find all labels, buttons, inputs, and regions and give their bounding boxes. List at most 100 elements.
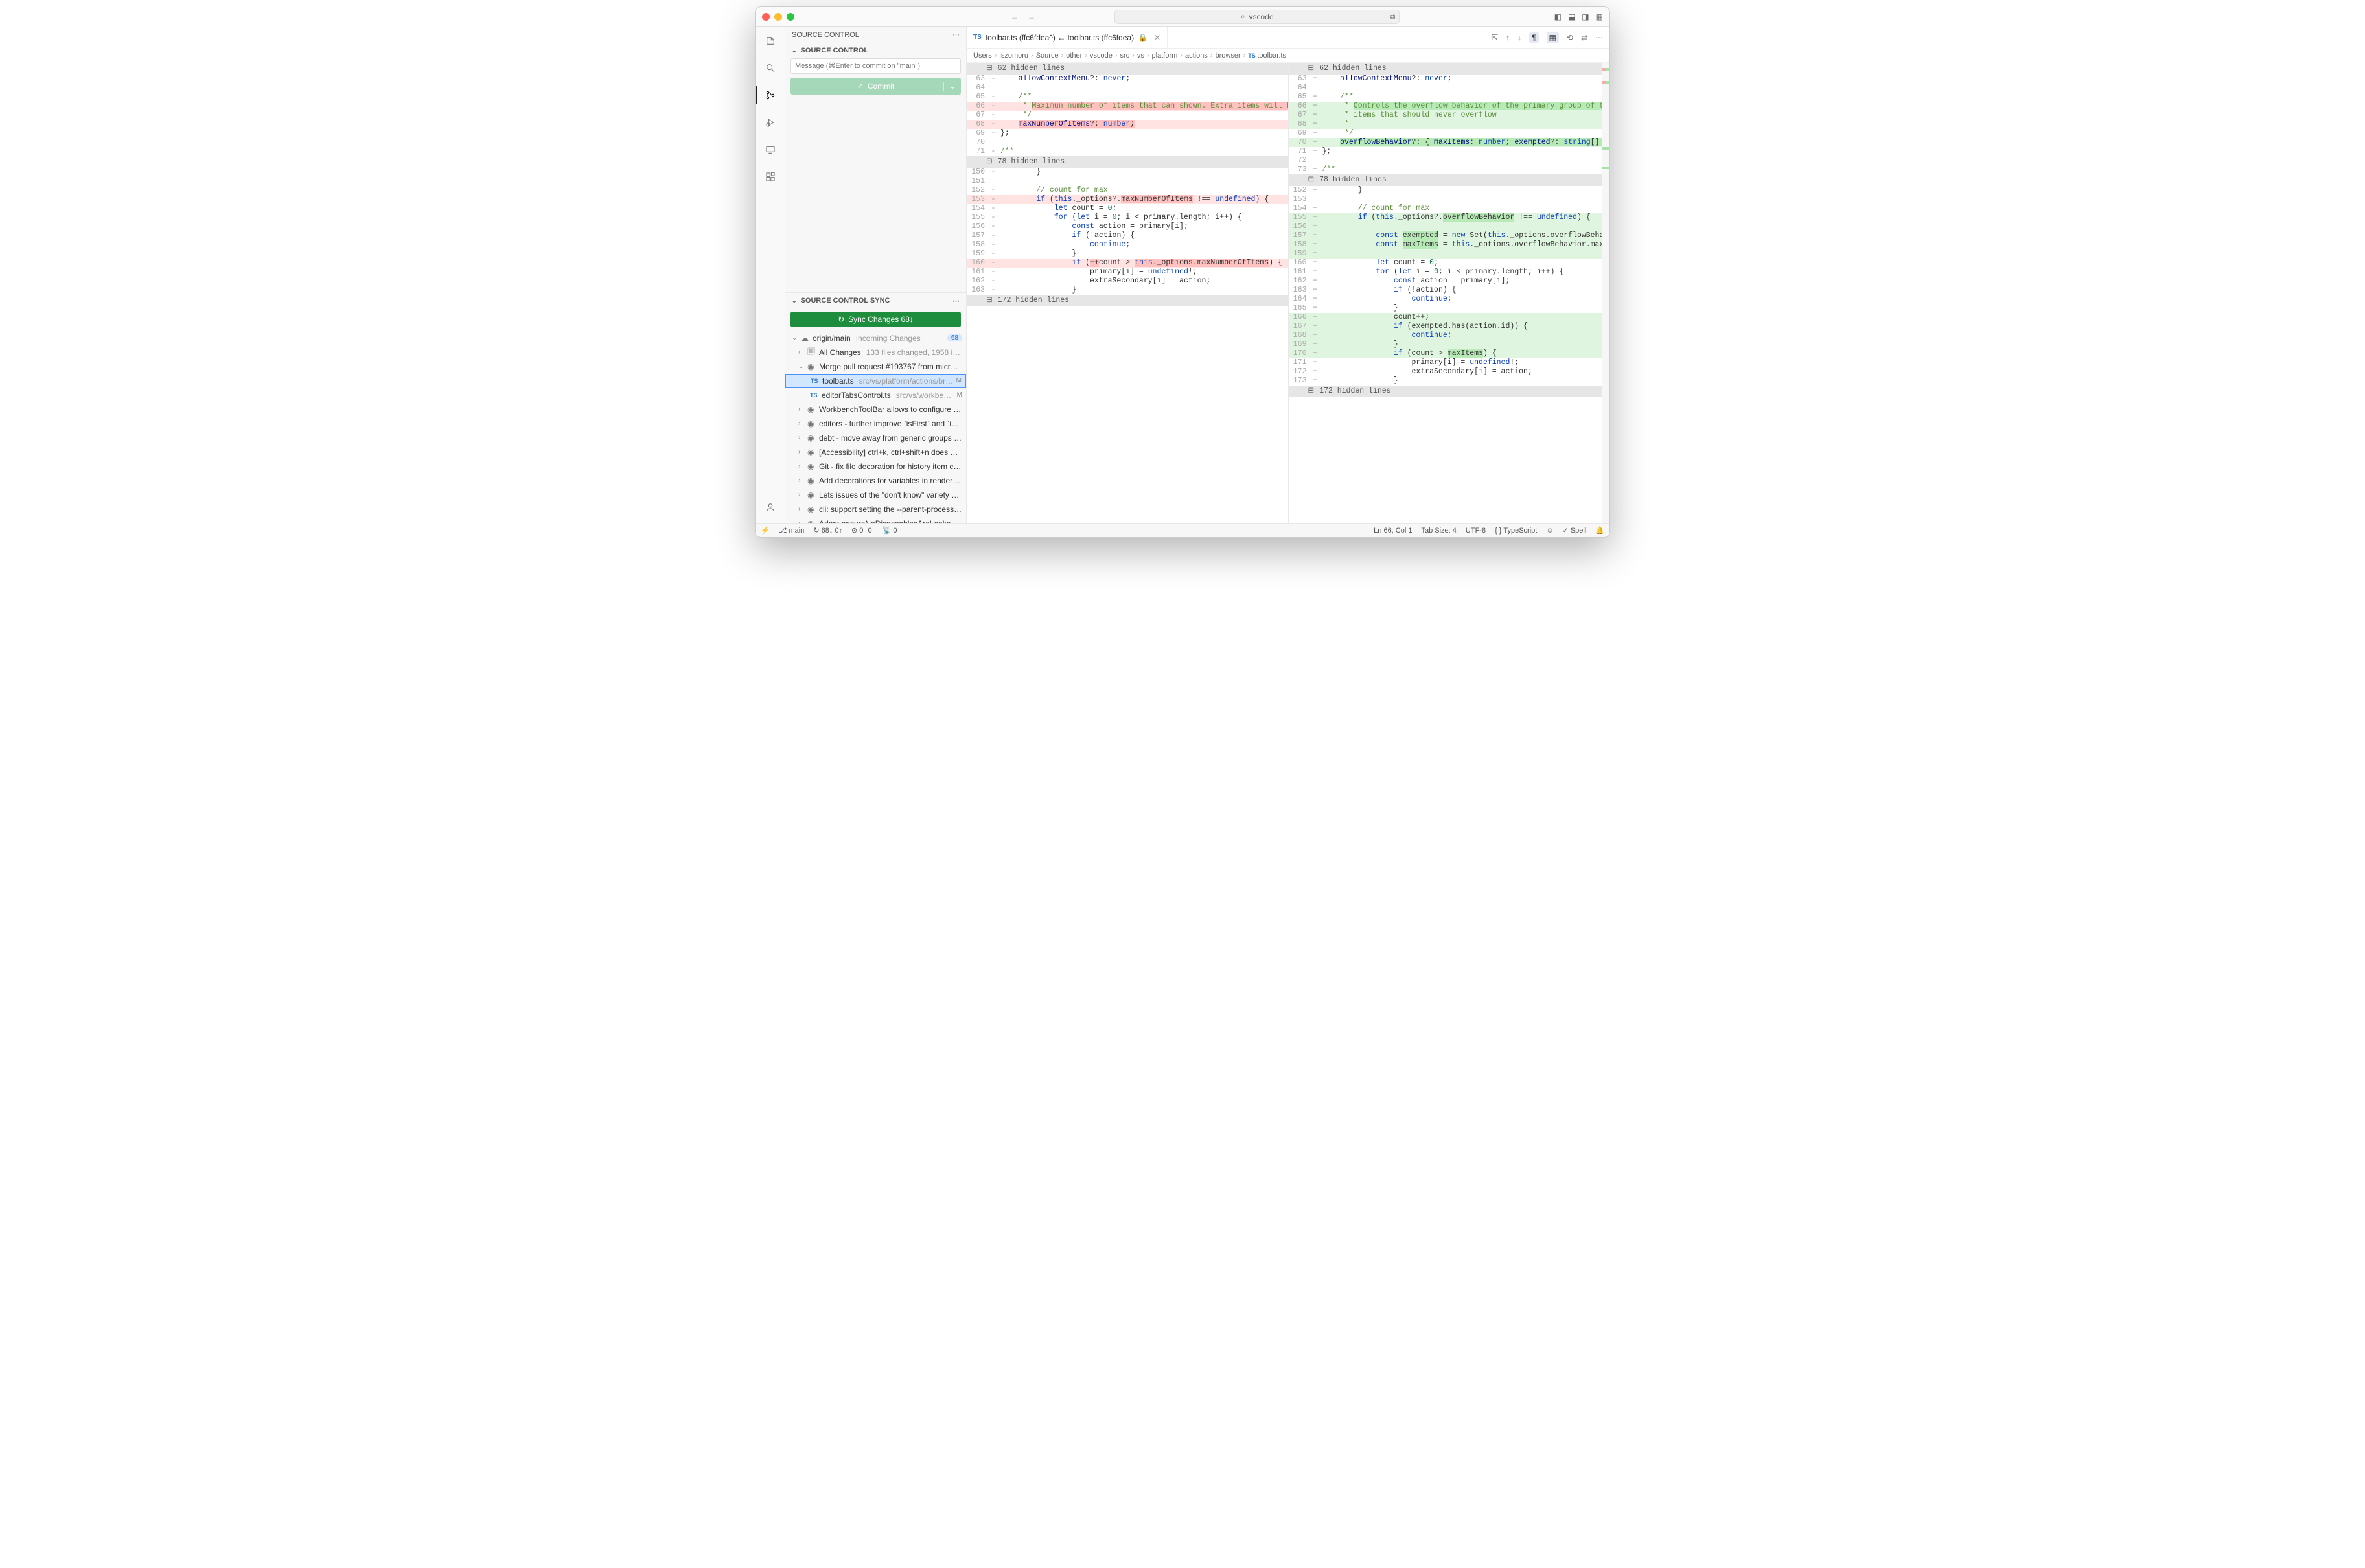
file-row-selected[interactable]: TS toolbar.ts src/vs/platform/actions/br… — [785, 374, 966, 388]
code-line[interactable]: 67+ * items that should never overflow — [1289, 111, 1610, 120]
code-line[interactable]: 163- } — [967, 286, 1288, 295]
commit-row[interactable]: ›◉debt - move away from generic groups `… — [785, 431, 966, 445]
close-icon[interactable]: ✕ — [1154, 33, 1160, 42]
code-line[interactable]: 154+ // count for max — [1289, 204, 1610, 213]
code-line[interactable]: 161- primary[i] = undefined!; — [967, 268, 1288, 277]
sync-status[interactable]: ↻ 68↓ 0↑ — [813, 526, 842, 535]
breadcrumb-segment[interactable]: browser — [1215, 52, 1240, 60]
commit-row[interactable]: ›◉Lets issues of the "don't know" variet… — [785, 488, 966, 502]
breadcrumb[interactable]: Users›lszomoru›Source›other›vscode›src›v… — [967, 49, 1609, 63]
code-line[interactable]: 158- continue; — [967, 240, 1288, 249]
commit-row[interactable]: ›◉WorkbenchToolBar allows to configure e… — [785, 402, 966, 417]
code-line[interactable]: 173+ } — [1289, 376, 1610, 386]
code-line[interactable]: 65+ /** — [1289, 93, 1610, 102]
code-line[interactable]: 164+ continue; — [1289, 295, 1610, 304]
commit-row[interactable]: ›◉editors - further improve `isFirst` an… — [785, 417, 966, 431]
code-line[interactable]: 70 — [967, 138, 1288, 147]
minimap[interactable] — [1602, 63, 1609, 523]
customize-layout-icon[interactable]: ▦ — [1596, 12, 1603, 21]
code-line[interactable]: 161+ for (let i = 0; i < primary.length;… — [1289, 268, 1610, 277]
tab-size[interactable]: Tab Size: 4 — [1421, 527, 1456, 535]
toggle-panel-bottom-icon[interactable]: ⬓ — [1568, 12, 1575, 21]
open-external-icon[interactable]: ⧉ — [1390, 12, 1396, 21]
breadcrumb-segment[interactable]: lszomoru — [999, 52, 1028, 60]
sync-section-title[interactable]: ⌄ SOURCE CONTROL SYNC ⋯ — [785, 292, 966, 309]
code-line[interactable]: 66- * Maximun number of items that can s… — [967, 102, 1288, 111]
code-line[interactable]: 151 — [967, 177, 1288, 186]
whitespace-icon[interactable]: ¶ — [1529, 32, 1538, 43]
code-line[interactable]: 152+ } — [1289, 186, 1610, 195]
code-line[interactable]: 168+ continue; — [1289, 331, 1610, 340]
more-actions-icon[interactable]: ⋯ — [1595, 33, 1603, 42]
goto-file-icon[interactable]: ⇱ — [1492, 33, 1498, 42]
breadcrumb-segment[interactable]: vscode — [1090, 52, 1113, 60]
scm-section-title[interactable]: ⌄ SOURCE CONTROL — [785, 43, 966, 58]
code-line[interactable]: 152- // count for max — [967, 186, 1288, 195]
breadcrumb-segment[interactable]: actions — [1185, 52, 1208, 60]
scm-title-more-icon[interactable]: ⋯ — [952, 30, 960, 39]
hidden-lines-bar[interactable]: ⊟62 hidden lines — [1289, 63, 1610, 75]
code-line[interactable]: 172+ extraSecondary[i] = action; — [1289, 367, 1610, 376]
command-center[interactable]: ⌕ vscode ⧉ — [1114, 10, 1400, 24]
sync-more-icon[interactable]: ⋯ — [952, 297, 960, 305]
toggle-panel-right-icon[interactable]: ◨ — [1582, 12, 1589, 21]
code-line[interactable]: 64 — [967, 84, 1288, 93]
hidden-lines-bar[interactable]: ⊟78 hidden lines — [1289, 174, 1610, 186]
chevron-down-icon[interactable]: ⌄ — [943, 82, 956, 91]
code-line[interactable]: 63+ allowContextMenu?: never; — [1289, 75, 1610, 84]
code-line[interactable]: 150- } — [967, 168, 1288, 177]
minimize-window-icon[interactable] — [774, 13, 782, 21]
remote-indicator-icon[interactable]: ⚡ — [761, 526, 770, 535]
commit-row[interactable]: ›◉[Accessibility] ctrl+k, ctrl+shift+n d… — [785, 445, 966, 459]
language-mode[interactable]: { } TypeScript — [1495, 527, 1537, 535]
code-line[interactable]: 71+}; — [1289, 147, 1610, 156]
code-line[interactable]: 162- extraSecondary[i] = action; — [967, 277, 1288, 286]
hidden-lines-bar[interactable]: ⊟62 hidden lines — [967, 63, 1288, 75]
collapse-unchanged-icon[interactable]: ⟲ — [1567, 33, 1573, 42]
swap-icon[interactable]: ⇄ — [1581, 33, 1587, 42]
remote-icon[interactable] — [763, 142, 778, 157]
extensions-icon[interactable] — [763, 169, 778, 185]
code-line[interactable]: 67- */ — [967, 111, 1288, 120]
code-line[interactable]: 155+ if (this._options?.overflowBehavior… — [1289, 213, 1610, 222]
code-line[interactable]: 156- const action = primary[i]; — [967, 222, 1288, 231]
debug-icon[interactable] — [763, 115, 778, 130]
commit-message-input[interactable] — [790, 58, 961, 74]
breadcrumb-segment[interactable]: Source — [1036, 52, 1059, 60]
notifications-icon[interactable]: 🔔 — [1595, 526, 1604, 535]
commit-row[interactable]: ⌄ ◉ Merge pull request #193767 from micr… — [785, 360, 966, 374]
commit-row[interactable]: ›◉Add decorations for variables in rende… — [785, 474, 966, 488]
problems-status[interactable]: ⊘ 0 0 — [851, 526, 873, 535]
breadcrumb-segment[interactable]: TS toolbar.ts — [1248, 52, 1286, 60]
code-line[interactable]: 63- allowContextMenu?: never; — [967, 75, 1288, 84]
breadcrumb-segment[interactable]: other — [1066, 52, 1082, 60]
prev-change-icon[interactable]: ↑ — [1506, 33, 1510, 42]
code-line[interactable]: 66+ * Controls the overflow behavior of … — [1289, 102, 1610, 111]
code-line[interactable]: 159- } — [967, 249, 1288, 259]
scm-icon[interactable] — [763, 87, 778, 103]
diff-pane-right[interactable]: ⊟62 hidden lines 63+ allowContextMenu?: … — [1289, 63, 1610, 523]
commit-row[interactable]: ›◉cli: support setting the --parent-proc… — [785, 502, 966, 516]
encoding[interactable]: UTF-8 — [1466, 527, 1486, 535]
nav-back-icon[interactable]: ← — [1011, 12, 1019, 21]
code-line[interactable]: 65- /** — [967, 93, 1288, 102]
code-line[interactable]: 73+/** — [1289, 165, 1610, 174]
code-line[interactable]: 156+ — [1289, 222, 1610, 231]
zoom-window-icon[interactable] — [787, 13, 794, 21]
hidden-lines-bar[interactable]: ⊟172 hidden lines — [1289, 386, 1610, 397]
commit-row[interactable]: ›◉Git - fix file decoration for history … — [785, 459, 966, 474]
code-line[interactable]: 157+ const exempted = new Set(this._opti… — [1289, 231, 1610, 240]
code-line[interactable]: 155- for (let i = 0; i < primary.length;… — [967, 213, 1288, 222]
search-icon[interactable] — [763, 60, 778, 76]
code-line[interactable]: 68- maxNumberOfItems?: number; — [967, 120, 1288, 129]
code-line[interactable]: 160- if (++count > this._options.maxNumb… — [967, 259, 1288, 268]
toggle-panel-left-icon[interactable]: ◧ — [1554, 12, 1562, 21]
feedback-icon[interactable]: ☺ — [1546, 527, 1553, 535]
next-change-icon[interactable]: ↓ — [1517, 33, 1521, 42]
code-line[interactable]: 64 — [1289, 84, 1610, 93]
file-row[interactable]: TSeditorTabsControl.tssrc/vs/workbench/b… — [785, 388, 966, 402]
hidden-lines-bar[interactable]: ⊟172 hidden lines — [967, 295, 1288, 306]
code-line[interactable]: 69+ */ — [1289, 129, 1610, 138]
code-line[interactable]: 72 — [1289, 156, 1610, 165]
origin-main-row[interactable]: ⌄ ☁ origin/main Incoming Changes 68 — [785, 331, 966, 345]
